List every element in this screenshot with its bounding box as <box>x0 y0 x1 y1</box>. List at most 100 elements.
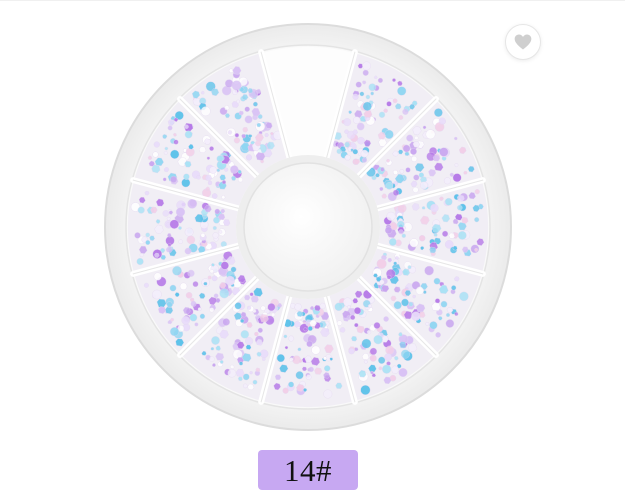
rhinestone <box>209 146 215 152</box>
rhinestone <box>162 210 170 217</box>
rhinestone <box>407 265 412 270</box>
rhinestone <box>384 226 393 235</box>
rhinestone <box>209 307 215 313</box>
rhinestone <box>211 263 215 267</box>
rhinestone <box>351 335 358 342</box>
rhinestone <box>445 319 455 328</box>
rhinestone <box>457 230 467 240</box>
rhinestone <box>344 129 349 134</box>
rhinestone <box>373 322 381 329</box>
rhinestone <box>454 311 459 317</box>
rhinestone <box>241 133 247 139</box>
rhinestone <box>166 233 172 238</box>
rhinestone <box>418 311 426 318</box>
rhinestone <box>234 132 240 138</box>
rhinestone <box>260 305 266 311</box>
rhinestone <box>362 61 371 71</box>
rhinestone <box>393 261 398 266</box>
rhinestone <box>271 312 276 317</box>
rhinestone <box>152 289 162 300</box>
rhinestone <box>350 314 356 321</box>
rhinestone <box>360 385 371 396</box>
rhinestone <box>323 365 331 372</box>
rhinestone <box>443 177 451 185</box>
rhinestone <box>233 137 241 144</box>
rhinestone <box>256 351 262 357</box>
rhinestone <box>289 357 294 362</box>
rhinestone <box>240 318 245 323</box>
rhinestone <box>355 81 362 88</box>
rhinestone <box>219 288 230 299</box>
rhinestone <box>445 312 451 318</box>
rhinestone <box>363 359 368 364</box>
rhinestone <box>414 135 419 141</box>
rhinestone <box>382 364 392 374</box>
rhinestone <box>307 326 313 332</box>
rhinestone <box>352 148 359 155</box>
rhinestone <box>393 301 402 310</box>
rhinestone <box>186 235 196 245</box>
rhinestone <box>237 376 243 382</box>
rhinestone <box>167 242 172 247</box>
rhinestone <box>145 239 151 245</box>
rhinestone <box>220 261 229 270</box>
rhinestone <box>197 307 202 312</box>
rhinestone <box>163 150 168 155</box>
rhinestone <box>270 131 274 136</box>
rhinestone <box>283 334 288 339</box>
rhinestone <box>211 336 220 345</box>
rhinestone <box>153 272 162 281</box>
rhinestone <box>369 347 378 356</box>
rhinestone <box>144 190 150 196</box>
rhinestone <box>184 247 192 255</box>
rhinestone <box>209 356 215 362</box>
rhinestone <box>444 197 453 206</box>
rhinestone <box>385 182 394 190</box>
rhinestone <box>238 361 244 366</box>
rhinestone <box>170 175 178 183</box>
rhinestone <box>378 356 386 364</box>
rhinestone <box>181 316 190 325</box>
rhinestone <box>343 118 352 127</box>
rhinestone <box>409 238 419 248</box>
rhinestone <box>245 154 253 161</box>
rhinestone <box>383 316 389 322</box>
rhinestone <box>288 381 295 388</box>
rhinestone <box>252 379 258 385</box>
rhinestone <box>359 91 365 97</box>
rhinestone <box>314 367 323 375</box>
rhinestone <box>361 157 368 163</box>
rhinestone <box>459 291 469 302</box>
rhinestone <box>184 160 192 168</box>
rhinestone <box>398 115 404 120</box>
rhinestone <box>410 148 417 155</box>
rhinestone <box>185 291 193 299</box>
rhinestone <box>210 346 215 351</box>
rhinestone <box>439 147 449 157</box>
rhinestone <box>419 234 426 242</box>
rhinestone <box>356 122 365 131</box>
rhinestone <box>173 139 179 145</box>
rhinestone <box>421 206 426 210</box>
rhinestone <box>361 80 367 85</box>
rhinestone <box>336 148 342 155</box>
rhinestone <box>308 366 314 373</box>
rhinestone <box>254 331 259 337</box>
rhinestone <box>352 116 361 124</box>
rhinestone-wheel-image <box>104 23 512 431</box>
rhinestone <box>329 357 334 361</box>
rhinestone <box>354 322 359 328</box>
rhinestone <box>284 345 289 350</box>
rhinestone <box>413 174 420 181</box>
rhinestone <box>184 227 194 237</box>
rhinestone <box>384 129 394 140</box>
rhinestone <box>137 206 145 214</box>
rhinestone <box>474 217 480 223</box>
rhinestone <box>222 318 230 326</box>
rhinestone <box>134 232 141 239</box>
heart-icon <box>513 32 533 52</box>
rhinestone <box>384 353 392 361</box>
rhinestone <box>378 111 386 119</box>
rhinestone <box>213 293 219 299</box>
rhinestone <box>452 173 462 183</box>
